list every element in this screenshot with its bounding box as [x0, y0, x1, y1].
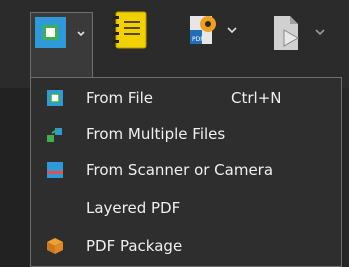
svg-text:PDF: PDF — [192, 36, 204, 43]
menu-item-from-scanner[interactable]: From Scanner or Camera — [31, 152, 341, 188]
menu-item-from-multiple-files[interactable]: From Multiple Files — [31, 116, 341, 152]
left-panel-edge — [0, 88, 30, 267]
create-pdf-menu: From File Ctrl+N From Multiple Files Fro… — [30, 77, 342, 267]
from-file-icon — [47, 90, 63, 106]
document-settings-icon[interactable]: PDF — [178, 10, 248, 54]
menu-item-label: From Scanner or Camera — [86, 161, 274, 179]
page-icon[interactable] — [264, 10, 334, 54]
menu-item-label: Layered PDF — [86, 199, 181, 217]
scanner-icon — [47, 162, 63, 178]
menu-item-from-file[interactable]: From File Ctrl+N — [31, 80, 341, 116]
multiple-files-icon — [47, 128, 62, 142]
notebook-icon[interactable] — [112, 10, 152, 50]
menu-item-label: From Multiple Files — [86, 125, 226, 143]
menu-item-label: From File — [86, 89, 154, 107]
shortcut-label: Ctrl+N — [231, 89, 282, 107]
toolbar: PDF — [0, 0, 349, 88]
menu-item-layered-pdf[interactable]: Layered PDF — [31, 190, 341, 226]
menu-item-pdf-package[interactable]: PDF Package — [31, 228, 341, 264]
create-pdf-button[interactable] — [30, 12, 93, 78]
chevron-down-icon[interactable] — [76, 29, 86, 39]
package-icon — [47, 238, 63, 254]
create-pdf-icon — [35, 17, 66, 48]
menu-item-label: PDF Package — [86, 237, 183, 255]
